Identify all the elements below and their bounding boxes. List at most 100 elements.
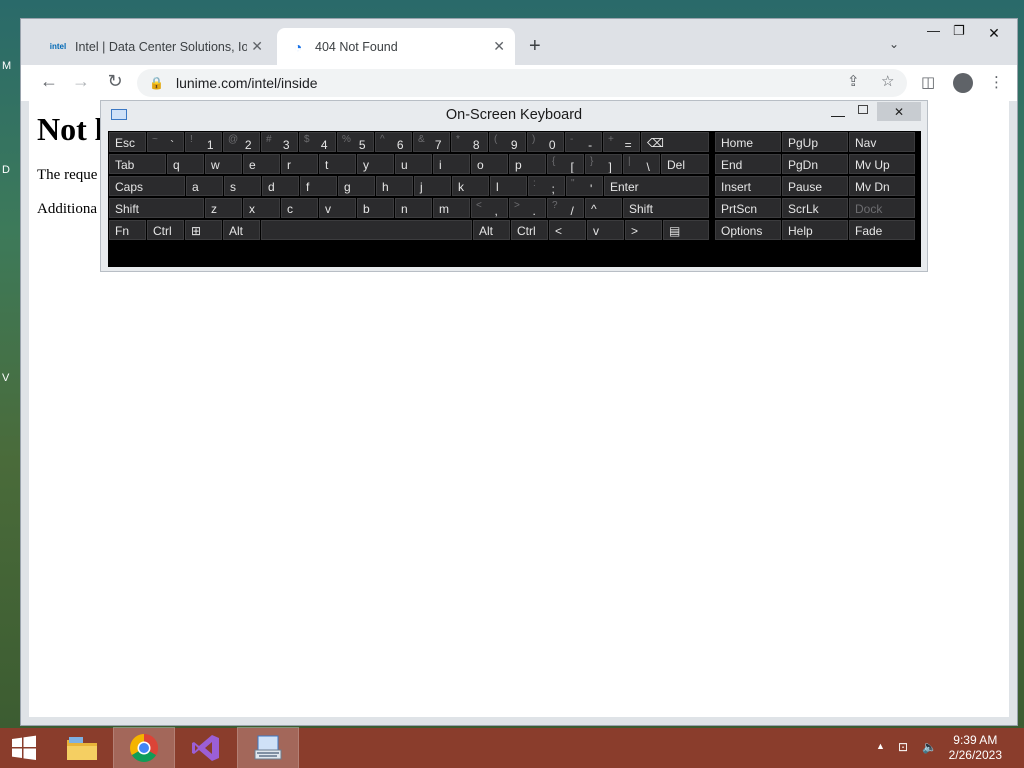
key-letter[interactable]: j — [414, 176, 451, 196]
key-dock[interactable]: Dock — [849, 198, 915, 218]
key-ctrl-left[interactable]: Ctrl — [147, 220, 184, 240]
back-arrow-icon[interactable]: ← — [37, 71, 61, 92]
tab-intel[interactable]: intel Intel | Data Center Solutions, IoT… — [39, 28, 273, 65]
key-letter[interactable]: t — [319, 154, 356, 174]
key-letter[interactable]: o — [471, 154, 508, 174]
key-num-10[interactable]: ) 0 — [527, 132, 564, 152]
key-pause[interactable]: Pause — [782, 176, 848, 196]
key-symbol[interactable]: >. — [509, 198, 546, 218]
key-letter[interactable]: f — [300, 176, 337, 196]
key-tab[interactable]: Tab — [109, 154, 166, 174]
key-letter[interactable]: i — [433, 154, 470, 174]
key-mvdn[interactable]: Mv Dn — [849, 176, 915, 196]
forward-arrow-icon[interactable]: → — [69, 71, 93, 92]
start-button[interactable] — [0, 728, 48, 768]
osk-maximize-icon[interactable] — [858, 105, 868, 114]
key-num-9[interactable]: (9 — [489, 132, 526, 152]
key-letter[interactable]: h — [376, 176, 413, 196]
volume-icon[interactable]: 🔈 — [922, 740, 937, 754]
key-num-2[interactable]: @2 — [223, 132, 260, 152]
desktop-icon-label[interactable]: V — [2, 372, 9, 384]
key-space[interactable] — [261, 220, 472, 240]
tray-overflow-icon[interactable]: ▲ — [876, 741, 885, 751]
key-pgup[interactable]: PgUp — [782, 132, 848, 152]
key-shift-right[interactable]: Shift — [623, 198, 709, 218]
key-nav[interactable]: Nav — [849, 132, 915, 152]
key-num-3[interactable]: #3 — [261, 132, 298, 152]
maximize-icon[interactable]: ❐ — [953, 23, 965, 39]
key-pgdn[interactable]: PgDn — [782, 154, 848, 174]
visual-studio-button[interactable] — [176, 728, 236, 768]
key-options[interactable]: Options — [715, 220, 781, 240]
key-alt-left[interactable]: Alt — [223, 220, 260, 240]
key-mvup[interactable]: Mv Up — [849, 154, 915, 174]
key-letter[interactable]: v — [319, 198, 356, 218]
minimize-icon[interactable]: — — [927, 23, 940, 38]
key-letter[interactable]: k — [452, 176, 489, 196]
key-num-11[interactable]: -- — [565, 132, 602, 152]
desktop-icon-label[interactable]: D — [2, 164, 10, 176]
key-letter[interactable]: b — [357, 198, 394, 218]
key-alt-right[interactable]: Alt — [473, 220, 510, 240]
key-letter[interactable]: d — [262, 176, 299, 196]
bookmark-star-icon[interactable]: ☆ — [881, 72, 894, 90]
key-letter[interactable]: q — [167, 154, 204, 174]
key-arrow-left[interactable]: < — [549, 220, 586, 240]
system-clock[interactable]: 9:39 AM 2/26/2023 — [949, 733, 1002, 763]
key-shift-left[interactable]: Shift — [109, 198, 204, 218]
close-window-button[interactable]: ✕ — [971, 21, 1017, 45]
key-num-7[interactable]: & 7 — [413, 132, 450, 152]
key-symbol[interactable]: :; — [528, 176, 565, 196]
key-letter[interactable]: l — [490, 176, 527, 196]
key-letter[interactable]: r — [281, 154, 318, 174]
osk-close-button[interactable]: ✕ — [877, 102, 921, 121]
key-symbol[interactable]: " ' — [566, 176, 603, 196]
key-end[interactable]: End — [715, 154, 781, 174]
key-letter[interactable]: y — [357, 154, 394, 174]
desktop-icon-label[interactable]: M — [2, 60, 11, 72]
key-symbol[interactable]: <, — [471, 198, 508, 218]
key-letter[interactable]: w — [205, 154, 242, 174]
key-del[interactable]: Del — [661, 154, 709, 174]
key-enter[interactable]: Enter — [604, 176, 709, 196]
file-explorer-button[interactable] — [52, 728, 112, 768]
key-windows[interactable]: ⊞ — [185, 220, 222, 240]
key-letter[interactable]: n — [395, 198, 432, 218]
tab-close-icon[interactable]: ✕ — [493, 38, 505, 55]
key-esc[interactable]: Esc — [109, 132, 146, 152]
tab-404[interactable]: ◔ 404 Not Found ✕ — [277, 28, 515, 65]
key-arrow-right[interactable]: > — [625, 220, 662, 240]
lock-icon[interactable]: 🔒 — [149, 76, 164, 90]
key-num-0[interactable]: ~ ` — [147, 132, 184, 152]
reload-icon[interactable]: ↻ — [103, 71, 127, 92]
key-symbol[interactable]: ? / — [547, 198, 584, 218]
key-prtscn[interactable]: PrtScn — [715, 198, 781, 218]
network-icon[interactable]: ⊡ — [898, 740, 908, 754]
osk-titlebar[interactable]: On-Screen Keyboard — ✕ — [101, 101, 927, 131]
key-letter[interactable]: p — [509, 154, 546, 174]
key-fn[interactable]: Fn — [109, 220, 146, 240]
side-panel-icon[interactable]: ◫ — [921, 73, 935, 91]
key-home[interactable]: Home — [715, 132, 781, 152]
key-num-8[interactable]: * 8 — [451, 132, 488, 152]
key-help[interactable]: Help — [782, 220, 848, 240]
key-symbol[interactable]: {[ — [547, 154, 584, 174]
key-scrlk[interactable]: ScrLk — [782, 198, 848, 218]
key-symbol[interactable]: }] — [585, 154, 622, 174]
key-letter[interactable]: s — [224, 176, 261, 196]
tab-close-icon[interactable]: ✕ — [251, 38, 263, 55]
key-caps[interactable]: Caps — [109, 176, 185, 196]
key-letter[interactable]: u — [395, 154, 432, 174]
address-bar[interactable]: 🔒 lunime.com/intel/inside — [137, 69, 907, 97]
key-letter[interactable]: e — [243, 154, 280, 174]
key-num-6[interactable]: ^ 6 — [375, 132, 412, 152]
new-tab-button[interactable]: + — [529, 35, 541, 58]
key-letter[interactable]: m — [433, 198, 470, 218]
chrome-taskbar-button[interactable] — [113, 727, 175, 768]
key-num-4[interactable]: $4 — [299, 132, 336, 152]
key-num-12[interactable]: + = — [603, 132, 640, 152]
key-fade[interactable]: Fade — [849, 220, 915, 240]
key-insert[interactable]: Insert — [715, 176, 781, 196]
on-screen-keyboard-taskbar-button[interactable] — [237, 727, 299, 768]
key-letter[interactable]: z — [205, 198, 242, 218]
